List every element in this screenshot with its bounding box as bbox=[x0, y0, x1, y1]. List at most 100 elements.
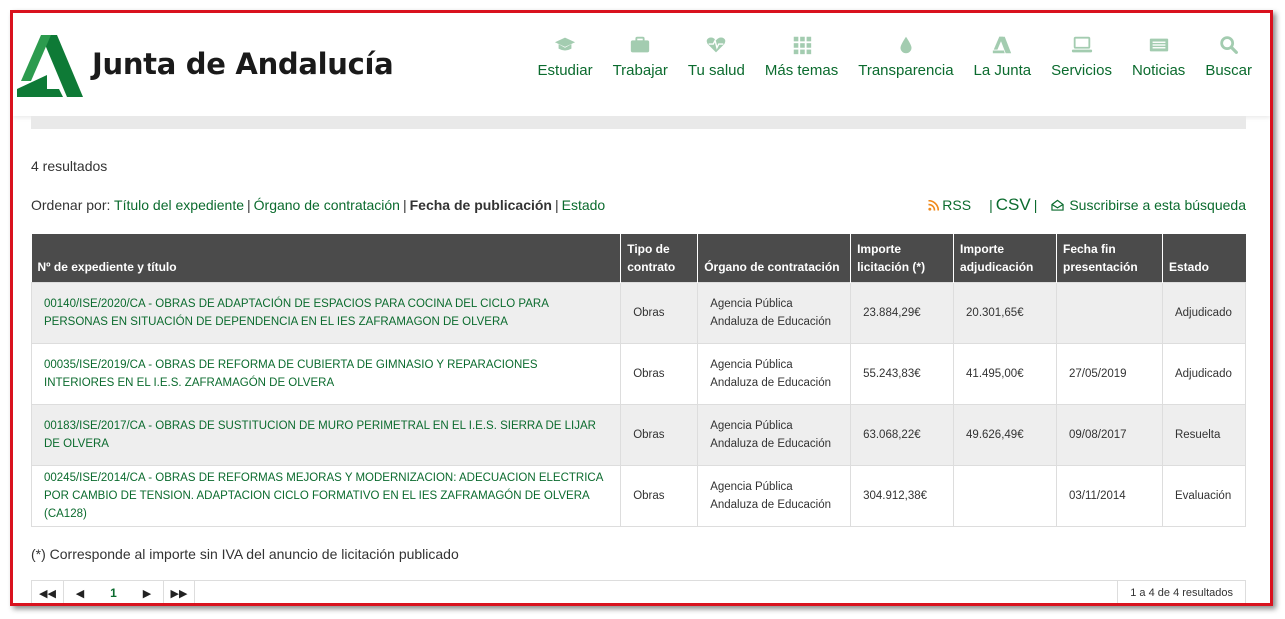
table-row: 00035/ISE/2019/CA - OBRAS DE REFORMA DE … bbox=[30, 343, 1247, 405]
row-tender-cell: 55.243,83€ bbox=[850, 343, 955, 405]
row-type-cell: Obras bbox=[620, 465, 699, 527]
csv-group: | CSV | bbox=[989, 195, 1038, 214]
table-row: 00140/ISE/2020/CA - OBRAS DE ADAPTACIÓN … bbox=[30, 282, 1247, 344]
col-header-award[interactable]: Importe adjudicación bbox=[953, 234, 1057, 283]
nav-item-transparencia[interactable]: Transparencia bbox=[858, 35, 954, 79]
double-chevron-left-icon: ◀◀ bbox=[39, 587, 56, 600]
row-deadline-cell: 03/11/2014 bbox=[1056, 465, 1163, 527]
browser-frame: Junta de Andalucía Estudiar Trabajar Tu … bbox=[10, 10, 1273, 606]
newspaper-icon bbox=[1149, 38, 1168, 52]
col-header-type[interactable]: Tipo de contrato bbox=[620, 234, 699, 283]
nav-item-buscar[interactable]: Buscar bbox=[1205, 35, 1252, 79]
col-header-deadline[interactable]: Fecha fin presentación bbox=[1056, 234, 1163, 283]
graduation-cap-icon bbox=[554, 37, 576, 51]
nav-label: Tu salud bbox=[687, 62, 745, 79]
sort-by-status-link[interactable]: Estado bbox=[562, 197, 606, 213]
row-tender-cell: 63.068,22€ bbox=[850, 404, 955, 466]
rss-label: RSS bbox=[942, 197, 972, 213]
row-deadline-cell: 09/08/2017 bbox=[1056, 404, 1163, 466]
heartbeat-icon bbox=[707, 37, 726, 53]
row-title-cell: 00245/ISE/2014/CA - OBRAS DE REFORMAS ME… bbox=[30, 465, 622, 527]
csv-link[interactable]: CSV bbox=[996, 195, 1031, 214]
double-chevron-right-icon: ▶▶ bbox=[170, 587, 188, 600]
col-header-organ[interactable]: Órgano de contratación bbox=[697, 234, 852, 283]
sort-by-date-active[interactable]: Fecha de publicación bbox=[410, 197, 552, 213]
row-organ-cell: Agencia Pública Andaluza de Educación bbox=[697, 282, 852, 344]
nav-label: Transparencia bbox=[858, 62, 954, 79]
prev-page-button[interactable]: ◀ bbox=[64, 581, 96, 603]
nav-label: Estudiar bbox=[537, 62, 593, 79]
row-status-cell: Resuelta bbox=[1161, 404, 1247, 466]
site-header: Junta de Andalucía Estudiar Trabajar Tu … bbox=[13, 13, 1270, 116]
row-status-cell: Adjudicado bbox=[1161, 282, 1247, 344]
row-award-cell: 20.301,65€ bbox=[953, 282, 1057, 344]
subscribe-label: Suscribirse a esta búsqueda bbox=[1069, 197, 1246, 213]
drop-icon bbox=[900, 36, 912, 54]
nav-label: Trabajar bbox=[612, 62, 668, 79]
row-title-cell: 00140/ISE/2020/CA - OBRAS DE ADAPTACIÓN … bbox=[30, 282, 622, 344]
row-organ-cell: Agencia Pública Andaluza de Educación bbox=[697, 465, 852, 527]
sort-options: Ordenar por: Título del expediente | Órgan… bbox=[31, 197, 606, 213]
page-number-current[interactable]: 1 bbox=[96, 581, 131, 603]
chevron-right-icon: ▶ bbox=[142, 587, 152, 600]
nav-label: La Junta bbox=[973, 62, 1032, 79]
grid-icon bbox=[793, 36, 811, 55]
row-tender-cell: 304.912,38€ bbox=[850, 465, 955, 527]
row-title-cell: 00183/ISE/2017/CA - OBRAS DE SUSTITUCION… bbox=[30, 404, 622, 466]
subscribe-link[interactable]: Suscribirse a esta búsqueda bbox=[1051, 197, 1246, 213]
row-deadline-cell bbox=[1056, 282, 1163, 344]
next-page-button[interactable]: ▶ bbox=[131, 581, 163, 603]
pagination: ◀◀ ◀ 1 ▶ ▶▶ 1 a 4 de 4 resultados bbox=[31, 580, 1246, 603]
sort-by-title-link[interactable]: Título del expediente bbox=[114, 197, 244, 213]
row-award-cell bbox=[953, 465, 1057, 527]
chevron-left-icon: ◀ bbox=[75, 587, 85, 600]
briefcase-icon bbox=[631, 36, 650, 53]
junta-logo-icon bbox=[993, 36, 1012, 54]
sort-label: Ordenar por: bbox=[31, 197, 111, 213]
envelope-open-icon bbox=[1051, 199, 1064, 211]
sort-by-organ-link[interactable]: Órgano de contratación bbox=[254, 197, 400, 213]
nav-label: Noticias bbox=[1131, 62, 1186, 79]
row-organ-cell: Agencia Pública Andaluza de Educación bbox=[697, 343, 852, 405]
laptop-icon bbox=[1071, 36, 1092, 53]
table-header-row: Nº de expediente y título Tipo de contrat… bbox=[31, 234, 1246, 283]
nav-item-estudiar[interactable]: Estudiar bbox=[538, 35, 593, 79]
table-row: 00183/ISE/2017/CA - OBRAS DE SUSTITUCION… bbox=[30, 404, 1247, 466]
row-status-cell: Evaluación bbox=[1161, 465, 1247, 527]
col-header-title[interactable]: Nº de expediente y título bbox=[31, 234, 622, 283]
result-tools: RSS | CSV | Suscribirse a esta búsqueda bbox=[928, 195, 1246, 215]
nav-item-mas-temas[interactable]: Más temas bbox=[765, 35, 838, 79]
nav-item-trabajar[interactable]: Trabajar bbox=[613, 35, 668, 79]
expediente-link[interactable]: 00183/ISE/2017/CA - OBRAS DE SUSTITUCION… bbox=[44, 420, 596, 450]
col-header-tender[interactable]: Importe licitación (*) bbox=[850, 234, 955, 283]
main-nav: Estudiar Trabajar Tu salud Más temas Tra… bbox=[518, 35, 1252, 79]
junta-logo-icon[interactable] bbox=[17, 35, 83, 97]
expediente-link[interactable]: 00245/ISE/2014/CA - OBRAS DE REFORMAS ME… bbox=[44, 472, 603, 520]
nav-label: Buscar bbox=[1205, 62, 1252, 79]
col-header-status[interactable]: Estado bbox=[1162, 234, 1246, 283]
nav-label: Servicios bbox=[1051, 62, 1112, 79]
nav-item-tu-salud[interactable]: Tu salud bbox=[688, 35, 745, 79]
expediente-link[interactable]: 00140/ISE/2020/CA - OBRAS DE ADAPTACIÓN … bbox=[44, 298, 548, 328]
row-organ-cell: Agencia Pública Andaluza de Educación bbox=[697, 404, 852, 466]
row-type-cell: Obras bbox=[620, 282, 699, 344]
row-type-cell: Obras bbox=[620, 404, 699, 466]
rss-icon bbox=[928, 199, 940, 211]
table-row: 00245/ISE/2014/CA - OBRAS DE REFORMAS ME… bbox=[30, 465, 1247, 527]
results-count: 4 resultados bbox=[31, 158, 108, 174]
row-deadline-cell: 27/05/2019 bbox=[1056, 343, 1163, 405]
footnote: (*) Corresponde al importe sin IVA del a… bbox=[31, 546, 459, 562]
search-panel-bar bbox=[31, 116, 1246, 129]
row-award-cell: 41.495,00€ bbox=[953, 343, 1057, 405]
first-page-button[interactable]: ◀◀ bbox=[32, 581, 64, 603]
site-brand[interactable]: Junta de Andalucía bbox=[92, 47, 394, 81]
nav-item-servicios[interactable]: Servicios bbox=[1051, 35, 1112, 79]
rss-link[interactable]: RSS bbox=[928, 197, 971, 213]
row-type-cell: Obras bbox=[620, 343, 699, 405]
expediente-link[interactable]: 00035/ISE/2019/CA - OBRAS DE REFORMA DE … bbox=[44, 359, 538, 389]
nav-item-noticias[interactable]: Noticias bbox=[1132, 35, 1185, 79]
row-award-cell: 49.626,49€ bbox=[953, 404, 1057, 466]
nav-item-la-junta[interactable]: La Junta bbox=[973, 35, 1032, 79]
search-icon bbox=[1219, 36, 1238, 54]
last-page-button[interactable]: ▶▶ bbox=[163, 581, 195, 603]
